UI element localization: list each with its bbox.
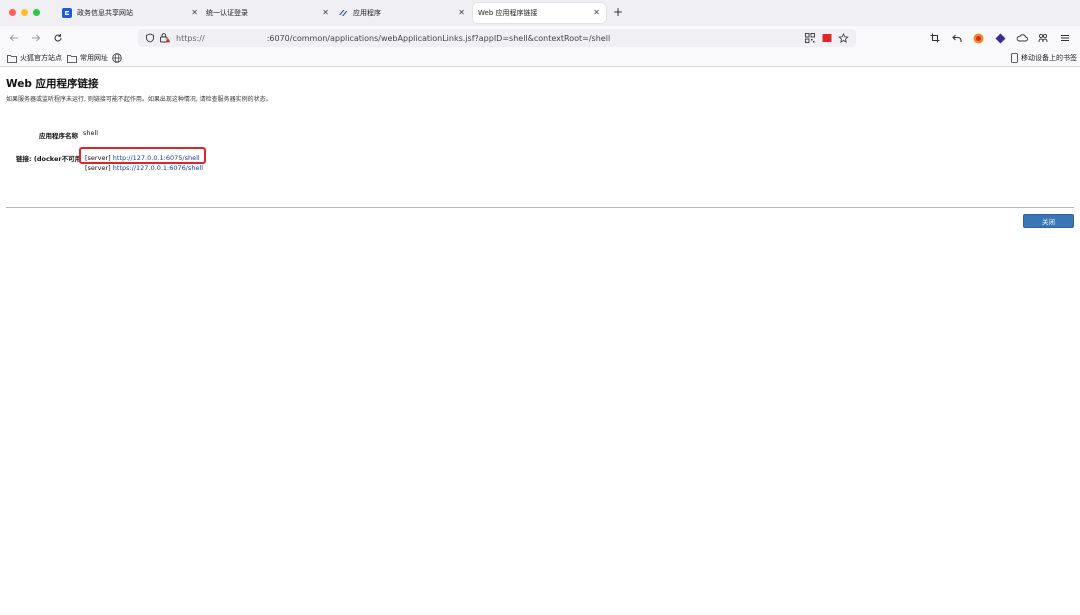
tab-title: 政务信息共享网站: [77, 9, 133, 17]
qr-code-icon[interactable]: [804, 32, 816, 44]
forward-arrow-icon[interactable]: [29, 31, 43, 45]
url-scheme: https://: [176, 34, 205, 43]
globe-icon: [112, 53, 122, 63]
cloud-extension-icon[interactable]: [1016, 32, 1028, 44]
shield-icon[interactable]: [144, 32, 156, 44]
app-logo-icon: [338, 8, 348, 18]
links-label: 链接: (docker不可用: [16, 155, 82, 163]
url-path: :6070/common/applications/webApplication…: [266, 34, 611, 43]
bookmark-globe[interactable]: [112, 53, 125, 63]
window-maximize-button[interactable]: [33, 9, 40, 16]
tab-close-icon[interactable]: ✕: [593, 8, 600, 18]
undo-arrow-icon[interactable]: [951, 32, 963, 44]
tab-applications[interactable]: 应用程序 ✕: [338, 3, 471, 23]
window-close-button[interactable]: [9, 9, 16, 16]
navigation-bar: https:// :6070/common/applications/webApp…: [0, 26, 1080, 50]
screenshot-crop-icon[interactable]: [929, 32, 941, 44]
tab-title: 应用程序: [353, 9, 381, 17]
back-arrow-icon[interactable]: [7, 31, 21, 45]
link-row-https: [server] https://127.0.0.1:6076/shell: [85, 164, 203, 172]
bookmark-label: 常用网址: [80, 54, 108, 62]
url-redacted-host: [205, 33, 267, 41]
tab-web-app-links[interactable]: Web 应用程序链接 ✕: [473, 3, 606, 23]
tab-gov-site[interactable]: 政务信息共享网站 ✕: [62, 3, 204, 23]
tab-close-icon[interactable]: ✕: [458, 8, 465, 18]
gov-site-icon: [62, 8, 72, 18]
tab-bar: 政务信息共享网站 ✕ 统一认证登录 ✕ 应用程序 ✕ Web 应用程序链接 ✕ …: [0, 0, 1080, 26]
bookmark-label: 移动设备上的书签: [1021, 54, 1077, 62]
tab-close-icon[interactable]: ✕: [191, 8, 198, 18]
tab-title: Web 应用程序链接: [478, 9, 538, 17]
extensions-puzzle-icon[interactable]: [1037, 32, 1049, 44]
page-title: Web 应用程序链接: [6, 78, 99, 90]
content-divider: [6, 207, 1074, 208]
bookmarks-bar: 火狐官方站点 常用网址 移动设备上的书签: [0, 50, 1080, 67]
new-tab-button[interactable]: +: [613, 5, 623, 19]
address-bar[interactable]: https:// :6070/common/applications/webApp…: [138, 29, 856, 47]
lock-warning-icon[interactable]: [159, 32, 171, 44]
https-link[interactable]: https://127.0.0.1:6076/shell: [113, 164, 203, 172]
url-text[interactable]: https:// :6070/common/applications/webApp…: [176, 33, 610, 43]
folder-icon: [67, 54, 77, 63]
close-button[interactable]: 关闭: [1023, 214, 1074, 228]
bookmark-star-icon[interactable]: [837, 32, 849, 44]
mobile-device-icon: [1011, 53, 1018, 63]
app-name-label: 应用程序名称: [39, 132, 78, 140]
link-tag: [server]: [85, 164, 111, 172]
bookmark-mobile[interactable]: 移动设备上的书签: [1011, 53, 1077, 63]
red-extension-icon[interactable]: [821, 32, 833, 44]
window-minimize-button[interactable]: [21, 9, 28, 16]
tab-title: 统一认证登录: [206, 9, 248, 17]
purple-extension-icon[interactable]: [994, 32, 1006, 44]
tab-unified-login[interactable]: 统一认证登录 ✕: [200, 3, 335, 23]
highlight-annotation-box: [79, 147, 206, 164]
folder-icon: [7, 54, 17, 63]
orange-extension-icon[interactable]: [972, 32, 984, 44]
bookmark-common-sites[interactable]: 常用网址: [67, 53, 108, 63]
hamburger-menu-icon[interactable]: [1059, 32, 1071, 44]
bookmark-label: 火狐官方站点: [20, 54, 62, 62]
bookmark-firefox-official[interactable]: 火狐官方站点: [7, 53, 62, 63]
tab-close-icon[interactable]: ✕: [322, 8, 329, 18]
app-name-value: shell: [83, 129, 99, 137]
page-description: 如果服务器或监听程序未运行, 则链接可能不起作用。如果出现这种情况, 请检查服务…: [6, 96, 272, 103]
reload-icon[interactable]: [51, 31, 65, 45]
